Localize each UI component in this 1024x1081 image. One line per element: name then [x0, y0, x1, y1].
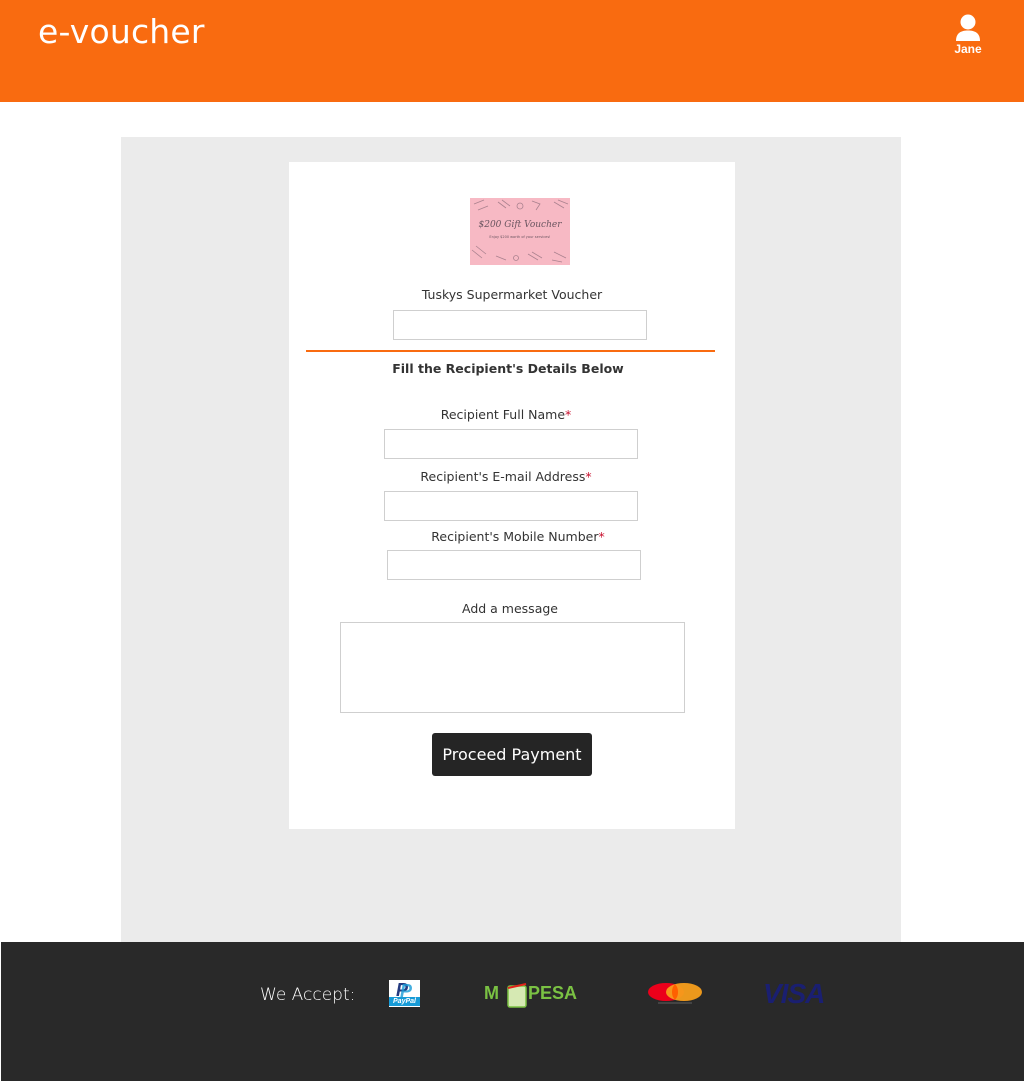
email-label-text: Recipient's E-mail Address [420, 469, 586, 484]
top-header: e-voucher Jane [0, 0, 1024, 102]
brand-logo[interactable]: e-voucher [38, 12, 205, 51]
mobile-label-text: Recipient's Mobile Number [431, 529, 599, 544]
proceed-payment-button[interactable]: Proceed Payment [432, 733, 592, 776]
paypal-logo-text: PayPal [389, 997, 420, 1006]
voucher-name: Tuskys Supermarket Voucher [421, 287, 603, 302]
mobile-label: Recipient's Mobile Number* [295, 529, 741, 544]
message-textarea[interactable] [340, 622, 685, 713]
we-accept-label: We Accept: [260, 985, 356, 1005]
required-marker: * [598, 529, 605, 544]
svg-text:M: M [484, 983, 499, 1003]
mpesa-logo-icon: M PESA [484, 980, 587, 1010]
user-name: Jane [954, 42, 982, 56]
message-label: Add a message [462, 601, 558, 616]
required-marker: * [565, 407, 572, 422]
voucher-image-title: $200 Gift Voucher [478, 220, 562, 230]
full-name-label: Recipient Full Name* [283, 407, 729, 422]
mpesa-logo-text: PESA [528, 983, 577, 1003]
mpesa-logo-graphic: M PESA [484, 983, 577, 1008]
orange-divider [306, 350, 715, 352]
footer: We Accept: P P PayPal M PESA VISA [1, 942, 1024, 1081]
voucher-image: $200 Gift Voucher Enjoy $200 worth of yo… [470, 198, 570, 265]
full-name-label-text: Recipient Full Name [440, 407, 566, 422]
user-account-button[interactable]: Jane [948, 14, 988, 56]
paypal-logo-icon: P P PayPal [389, 980, 420, 1007]
user-icon [956, 14, 980, 41]
required-marker: * [585, 469, 592, 484]
recipient-email-input[interactable] [384, 491, 638, 521]
voucher-image-subtitle: Enjoy $200 worth of your services! [489, 235, 551, 239]
recipient-full-name-input[interactable] [384, 429, 638, 459]
visa-logo-icon: VISA [763, 978, 825, 1009]
voucher-value-input[interactable] [393, 310, 647, 340]
mastercard-logo-icon [646, 982, 704, 1006]
mastercard-logo-graphic [648, 983, 702, 1004]
voucher-form-card: $200 Gift Voucher Enjoy $200 worth of yo… [289, 162, 735, 829]
email-label: Recipient's E-mail Address* [283, 469, 729, 484]
section-title: Fill the Recipient's Details Below [392, 361, 624, 376]
recipient-mobile-input[interactable] [387, 550, 641, 580]
voucher-pattern-icon [471, 199, 569, 263]
